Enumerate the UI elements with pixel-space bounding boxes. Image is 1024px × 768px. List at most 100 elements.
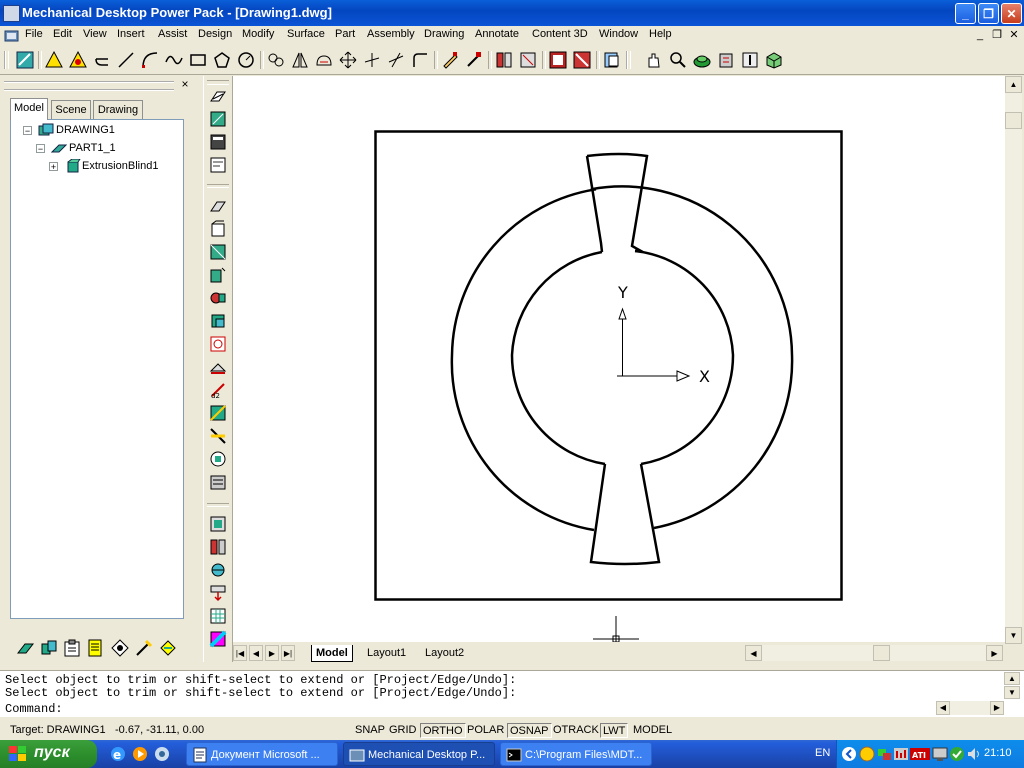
vt-icon-20[interactable] bbox=[208, 560, 228, 580]
cmd-scroll-right-button[interactable]: ▶ bbox=[990, 701, 1004, 715]
menu-part[interactable]: Part bbox=[335, 28, 355, 40]
chevron-left-icon[interactable] bbox=[841, 746, 857, 762]
menu-content-3d[interactable]: Content 3D bbox=[532, 28, 588, 40]
tree-item-drawing[interactable]: DRAWING1 bbox=[56, 122, 115, 138]
vt-icon-1[interactable] bbox=[208, 86, 228, 106]
extend-icon[interactable] bbox=[362, 50, 382, 70]
trim-icon[interactable] bbox=[266, 50, 286, 70]
menu-design[interactable]: Design bbox=[198, 28, 232, 40]
volume-icon[interactable] bbox=[966, 746, 982, 762]
scroll-thumb[interactable] bbox=[1005, 112, 1022, 129]
vt-icon-8[interactable] bbox=[208, 265, 228, 285]
vt-icon-4[interactable] bbox=[208, 155, 228, 175]
browser-grip[interactable] bbox=[4, 81, 174, 91]
vt-icon-2[interactable] bbox=[208, 109, 228, 129]
scroll-up-button[interactable]: ▲ bbox=[1005, 76, 1022, 93]
new-sketch-icon[interactable] bbox=[15, 50, 35, 70]
settings-icon[interactable] bbox=[158, 638, 178, 658]
mixer-icon[interactable] bbox=[893, 746, 909, 762]
hscroll-thumb[interactable] bbox=[873, 645, 890, 661]
tree-expander-drawing[interactable]: − bbox=[23, 126, 32, 136]
vt-icon-10[interactable] bbox=[208, 311, 228, 331]
clipboard-icon[interactable] bbox=[62, 638, 82, 658]
mirror-icon[interactable] bbox=[290, 50, 310, 70]
vt-icon-17[interactable] bbox=[208, 472, 228, 492]
block-icon[interactable] bbox=[494, 50, 514, 70]
tree-item-part[interactable]: PART1_1 bbox=[69, 140, 116, 156]
warning-triangle-icon[interactable] bbox=[44, 50, 64, 70]
tab-next-button[interactable]: ▶ bbox=[265, 645, 279, 661]
group-icon[interactable] bbox=[548, 50, 568, 70]
ortho-toggle[interactable]: ORTHO bbox=[420, 723, 466, 738]
security-icon[interactable] bbox=[949, 746, 965, 762]
menu-annotate[interactable]: Annotate bbox=[475, 28, 519, 40]
menu-help[interactable]: Help bbox=[649, 28, 672, 40]
browser-close-button[interactable]: × bbox=[179, 78, 191, 90]
taskbar-item-mdt[interactable]: Mechanical Desktop P... bbox=[343, 742, 495, 766]
app-icon[interactable] bbox=[3, 5, 20, 22]
vt-icon-7[interactable] bbox=[208, 242, 228, 262]
ie-icon[interactable]: e bbox=[109, 745, 127, 763]
view-icon[interactable] bbox=[110, 638, 130, 658]
part-view-icon[interactable] bbox=[716, 50, 736, 70]
command-prompt[interactable]: Command: bbox=[5, 703, 63, 716]
grid-toggle[interactable]: GRID bbox=[387, 723, 419, 738]
vt-icon-22[interactable] bbox=[208, 606, 228, 626]
tab-first-button[interactable]: |◀ bbox=[233, 645, 247, 661]
menu-view[interactable]: View bbox=[83, 28, 107, 40]
taskbar-item-word[interactable]: Документ Microsoft ... bbox=[186, 742, 338, 766]
media-player-icon[interactable] bbox=[131, 745, 149, 763]
layer-icon[interactable] bbox=[602, 50, 622, 70]
tree-item-extrusion[interactable]: ExtrusionBlind1 bbox=[82, 158, 158, 174]
menu-window[interactable]: Window bbox=[599, 28, 638, 40]
save-icon[interactable] bbox=[692, 50, 712, 70]
tree-expander-part[interactable]: − bbox=[36, 144, 45, 154]
globe-icon[interactable] bbox=[859, 746, 875, 762]
command-window[interactable]: Select object to trim or shift-select to… bbox=[0, 670, 1024, 717]
scroll-down-button[interactable]: ▼ bbox=[1005, 627, 1022, 644]
vt-icon-13[interactable]: d2 bbox=[208, 380, 228, 400]
ati-icon[interactable]: ATI bbox=[910, 746, 930, 762]
tab-last-button[interactable]: ▶| bbox=[281, 645, 295, 661]
offset-icon[interactable] bbox=[386, 50, 406, 70]
snap-toggle[interactable]: SNAP bbox=[353, 723, 387, 738]
rectangle-icon[interactable] bbox=[188, 50, 208, 70]
start-button[interactable]: пуск bbox=[0, 740, 97, 768]
vt-icon-23[interactable] bbox=[208, 629, 228, 649]
vt-icon-9[interactable] bbox=[208, 288, 228, 308]
dimension-icon[interactable] bbox=[740, 50, 760, 70]
undo-arc-icon[interactable] bbox=[92, 50, 112, 70]
menu-drawing[interactable]: Drawing bbox=[424, 28, 464, 40]
vt-icon-12[interactable] bbox=[208, 357, 228, 377]
pen-icon[interactable] bbox=[134, 638, 154, 658]
osnap-toggle[interactable]: OSNAP bbox=[507, 723, 552, 738]
clock[interactable]: 21:10 bbox=[984, 747, 1012, 759]
tab-scene[interactable]: Scene bbox=[51, 100, 91, 119]
move-icon[interactable] bbox=[338, 50, 358, 70]
vt-icon-16[interactable] bbox=[208, 449, 228, 469]
tab-prev-button[interactable]: ◀ bbox=[249, 645, 263, 661]
corner-icon[interactable] bbox=[410, 50, 430, 70]
tab-model[interactable]: Model bbox=[10, 98, 48, 120]
polygon-icon[interactable] bbox=[212, 50, 232, 70]
minimize-button[interactable]: _ bbox=[955, 3, 976, 24]
drawing-viewport[interactable]: Y X bbox=[233, 76, 1005, 642]
menu-insert[interactable]: Insert bbox=[117, 28, 145, 40]
tab-drawing[interactable]: Drawing bbox=[93, 100, 143, 119]
explorer-icon[interactable] bbox=[153, 745, 171, 763]
vt-icon-5[interactable] bbox=[208, 196, 228, 216]
vt-icon-21[interactable] bbox=[208, 583, 228, 603]
tab-model-layout[interactable]: Model bbox=[311, 645, 353, 662]
hand-icon[interactable] bbox=[644, 50, 664, 70]
document-icon[interactable] bbox=[4, 28, 20, 44]
render-icon[interactable] bbox=[572, 50, 592, 70]
vt-icon-3[interactable] bbox=[208, 132, 228, 152]
vt-icon-18[interactable] bbox=[208, 514, 228, 534]
menu-file[interactable]: File bbox=[25, 28, 43, 40]
block-icon-2[interactable] bbox=[518, 50, 538, 70]
erase-icon[interactable] bbox=[464, 50, 484, 70]
sketch-icon[interactable] bbox=[16, 638, 36, 658]
cmd-scroll-down-button[interactable]: ▼ bbox=[1004, 686, 1020, 699]
vt-icon-19[interactable] bbox=[208, 537, 228, 557]
fillet-icon[interactable] bbox=[314, 50, 334, 70]
